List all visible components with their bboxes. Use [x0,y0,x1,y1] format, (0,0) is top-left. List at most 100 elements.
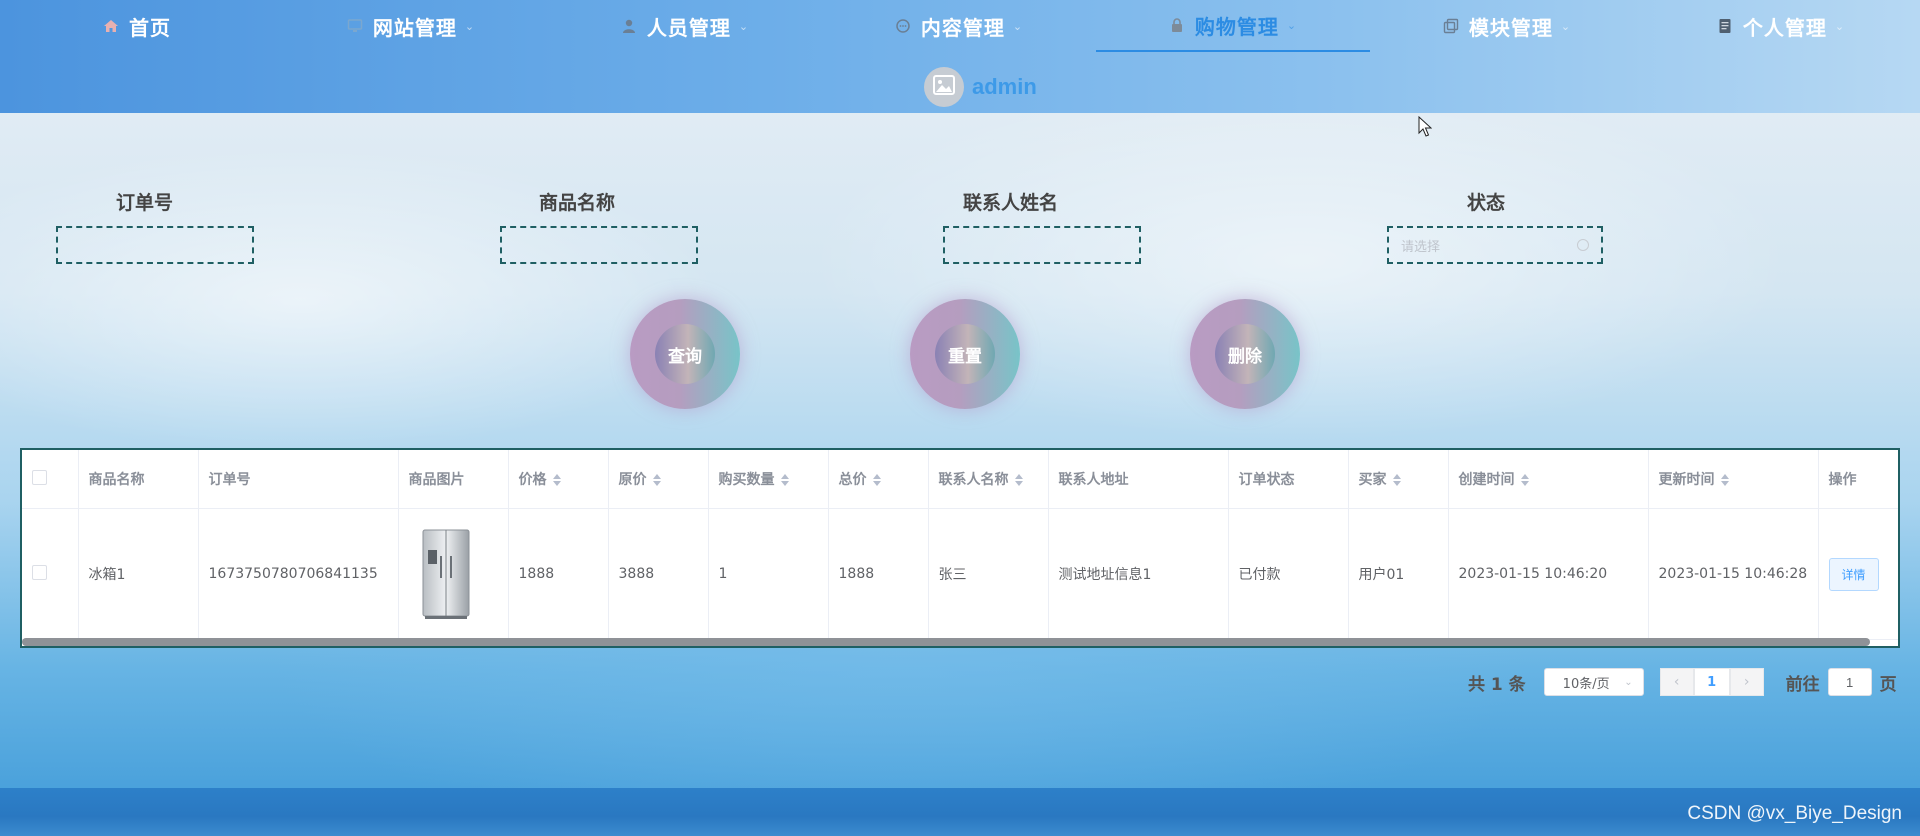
order-no-label: 订单号 [116,192,174,214]
th-contact-name[interactable]: 联系人名称 [928,450,1049,509]
chevron-left-icon: ‹ [1673,674,1680,690]
nav-item-content[interactable]: 内容管理 ⌄ [822,0,1096,52]
status-label: 状态 [1467,192,1506,214]
th-buyer[interactable]: 买家 [1348,450,1449,509]
prev-page-button[interactable]: ‹ [1659,668,1694,696]
th-created-at-label: 创建时间 [1458,472,1515,488]
chevron-down-icon: ⌄ [738,19,750,33]
sort-icon[interactable] [1014,474,1023,486]
th-quantity[interactable]: 购买数量 [708,450,829,509]
chevron-down-icon: ⌄ [464,19,476,33]
table-row: 冰箱1 1673750780706841135 1888 3888 1 1888… [22,508,1898,640]
cell-product-image [398,508,509,640]
next-page-button[interactable]: › [1729,668,1764,696]
cell-order-status: 已付款 [1228,508,1349,640]
sort-icon[interactable] [652,474,661,486]
chevron-right-icon: › [1743,674,1750,690]
nav-item-module[interactable]: 模块管理 ⌄ [1370,0,1644,52]
th-total[interactable]: 总价 [828,450,929,509]
nav-item-website[interactable]: 网站管理 ⌄ [274,0,548,52]
sort-icon[interactable] [872,474,881,486]
th-original-price[interactable]: 原价 [608,450,709,509]
th-quantity-label: 购买数量 [718,472,775,488]
th-updated-at[interactable]: 更新时间 [1648,450,1819,509]
nav-item-label: 个人管理 [1742,15,1827,40]
sort-icon[interactable] [1392,474,1401,486]
sort-icon[interactable] [1720,474,1729,486]
th-buyer-label: 买家 [1358,472,1387,488]
contact-name-input[interactable] [943,226,1141,264]
th-total-label: 总价 [838,472,867,488]
username[interactable]: admin [972,74,1037,100]
page-size-select[interactable]: 10条/页 ⌄ [1543,668,1644,696]
th-contact-name-label: 联系人名称 [938,472,1009,488]
image-icon [933,75,955,99]
cell-quantity: 1 [708,508,829,640]
bottom-band [0,788,1920,836]
top-nav: 首页 网站管理 ⌄ 人员管理 ⌄ 内容管理 ⌄ 购物管理 ⌄ 模块管理 ⌄ 个人… [0,0,1920,52]
page-size-value: 10条/页 [1562,676,1610,692]
avatar[interactable] [924,67,964,107]
nav-item-shopping[interactable]: 购物管理 ⌄ [1096,0,1370,52]
th-created-at[interactable]: 创建时间 [1448,450,1649,509]
chevron-down-icon: ⌄ [1624,676,1633,688]
cell-original-price: 3888 [608,508,709,640]
copy-icon [1443,18,1459,34]
horizontal-scrollbar[interactable] [22,638,1870,646]
chat-icon [895,18,911,34]
contact-name-label: 联系人姓名 [963,192,1059,214]
nav-item-label: 购物管理 [1194,14,1279,39]
home-icon [103,18,119,34]
cell-contact-name: 张三 [928,508,1049,640]
nav-item-label: 模块管理 [1468,15,1553,40]
row-checkbox[interactable] [32,564,47,580]
select-all-checkbox[interactable] [32,469,47,485]
reset-button-label: 重置 [935,324,995,384]
sort-icon[interactable] [552,474,561,486]
orders-table-grid: 商品名称 订单号 商品图片 价格 原价 购买数量 总价 联系人名称 联系人地址 … [22,450,1898,640]
watermark: CSDN @vx_Biye_Design [1687,803,1902,824]
goto-page-input[interactable] [1827,668,1872,696]
product-name-input[interactable] [500,226,698,264]
pagination-total: 共 1 条 [1468,674,1526,695]
cell-buyer: 用户01 [1348,508,1449,640]
chevron-down-icon: ⌄ [1560,19,1572,33]
th-product-name: 商品名称 [78,450,199,509]
th-order-status: 订单状态 [1228,450,1349,509]
nav-item-personnel[interactable]: 人员管理 ⌄ [548,0,822,52]
document-icon [1717,18,1733,34]
pagination: 共 1 条 10条/页 ⌄ ‹ 1 › 前往 页 [1468,667,1897,697]
th-product-image: 商品图片 [398,450,509,509]
nav-item-personal[interactable]: 个人管理 ⌄ [1644,0,1918,52]
cell-created-at: 2023-01-15 10:46:20 [1448,508,1649,640]
goto-suffix: 页 [1879,674,1897,695]
chevron-down-icon [1577,239,1589,251]
order-no-input[interactable] [56,226,254,264]
chevron-down-icon: ⌄ [1834,19,1846,33]
nav-item-label: 网站管理 [372,15,457,40]
monitor-icon [347,18,363,34]
sort-icon[interactable] [1520,474,1529,486]
delete-button[interactable]: 删除 [1190,299,1300,409]
query-button[interactable]: 查询 [630,299,740,409]
mouse-cursor-icon [1418,116,1432,137]
cell-updated-at: 2023-01-15 10:46:28 [1648,508,1819,640]
reset-button[interactable]: 重置 [910,299,1020,409]
status-select[interactable]: 请选择 [1387,226,1603,264]
chevron-down-icon: ⌄ [1286,18,1298,32]
cell-order-no: 1673750780706841135 [198,508,399,640]
th-original-price-label: 原价 [618,472,647,488]
user-profile[interactable]: admin [924,67,1037,107]
sort-icon[interactable] [780,474,789,486]
th-price[interactable]: 价格 [508,450,609,509]
nav-item-home[interactable]: 首页 [0,0,274,52]
page-number-current[interactable]: 1 [1693,668,1730,696]
fridge-image[interactable] [409,526,479,622]
th-contact-address: 联系人地址 [1048,450,1229,509]
cell-product-name: 冰箱1 [78,508,199,640]
orders-table: 商品名称 订单号 商品图片 价格 原价 购买数量 总价 联系人名称 联系人地址 … [20,448,1900,648]
nav-item-label: 内容管理 [920,15,1005,40]
detail-button[interactable]: 详情 [1828,557,1879,591]
goto-prefix: 前往 [1785,674,1820,695]
nav-item-label: 人员管理 [646,15,731,40]
